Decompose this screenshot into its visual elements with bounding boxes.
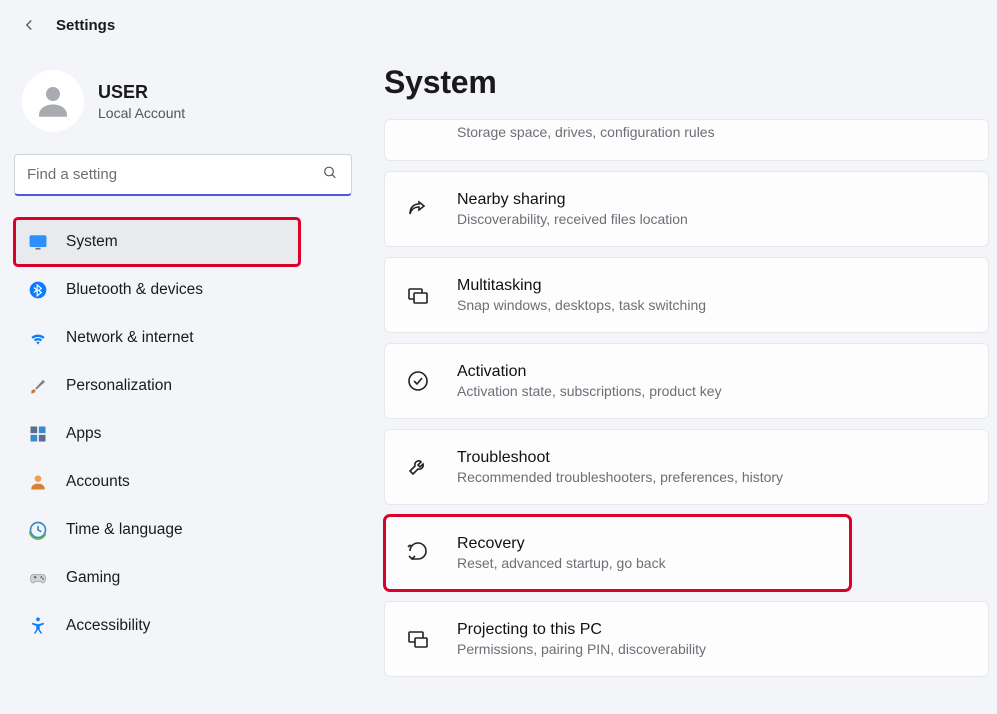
brush-icon <box>28 376 48 396</box>
gaming-icon <box>28 568 48 588</box>
recovery-icon <box>405 540 431 566</box>
card-projecting[interactable]: Projecting to this PC Permissions, pairi… <box>384 601 989 677</box>
card-desc: Activation state, subscriptions, product… <box>457 383 722 399</box>
card-desc: Discoverability, received files location <box>457 211 688 227</box>
sidebar-item-label: Personalization <box>66 377 172 395</box>
app-header: Settings <box>0 0 997 46</box>
sidebar-item-label: Accessibility <box>66 617 150 635</box>
sidebar-item-label: Accounts <box>66 473 130 491</box>
sidebar-item-accounts[interactable]: Accounts <box>14 458 360 506</box>
share-icon <box>405 196 431 222</box>
card-recovery[interactable]: Recovery Reset, advanced startup, go bac… <box>384 515 851 591</box>
card-desc: Permissions, pairing PIN, discoverabilit… <box>457 641 706 657</box>
search-icon <box>322 165 338 186</box>
sidebar-item-apps[interactable]: Apps <box>14 410 360 458</box>
sidebar-item-label: Bluetooth & devices <box>66 281 203 299</box>
search-wrap <box>14 154 352 196</box>
card-desc: Snap windows, desktops, task switching <box>457 297 706 313</box>
sidebar-item-label: Apps <box>66 425 101 443</box>
card-title: Recovery <box>457 535 666 553</box>
page-title: System <box>384 64 989 101</box>
card-troubleshoot[interactable]: Troubleshoot Recommended troubleshooters… <box>384 429 989 505</box>
card-title: Projecting to this PC <box>457 621 706 639</box>
card-title: Multitasking <box>457 277 706 295</box>
system-icon <box>28 232 48 252</box>
apps-icon <box>28 424 48 444</box>
sidebar-item-label: System <box>66 233 118 251</box>
wrench-icon <box>405 454 431 480</box>
card-desc: Storage space, drives, configuration rul… <box>457 124 715 140</box>
card-multitasking[interactable]: Multitasking Snap windows, desktops, tas… <box>384 257 989 333</box>
multitask-icon <box>405 282 431 308</box>
account-block[interactable]: USER Local Account <box>14 64 360 154</box>
settings-list: Storage space, drives, configuration rul… <box>384 119 989 677</box>
card-title: Troubleshoot <box>457 449 783 467</box>
card-storage[interactable]: Storage space, drives, configuration rul… <box>384 119 989 161</box>
card-desc: Reset, advanced startup, go back <box>457 555 666 571</box>
bluetooth-icon <box>28 280 48 300</box>
app-title: Settings <box>56 17 115 34</box>
sidebar-item-time[interactable]: Time & language <box>14 506 360 554</box>
sidebar-item-label: Network & internet <box>66 329 194 347</box>
back-icon[interactable] <box>20 16 38 34</box>
check-circle-icon <box>405 368 431 394</box>
sidebar-item-network[interactable]: Network & internet <box>14 314 360 362</box>
sidebar-item-accessibility[interactable]: Accessibility <box>14 602 360 650</box>
account-name: USER <box>98 82 185 103</box>
main-content: System Storage space, drives, configurat… <box>360 46 997 710</box>
clock-icon <box>28 520 48 540</box>
search-input[interactable] <box>14 154 352 196</box>
sidebar-item-gaming[interactable]: Gaming <box>14 554 360 602</box>
project-icon <box>405 626 431 652</box>
sidebar: USER Local Account System Bluetooth & <box>0 46 360 710</box>
accounts-icon <box>28 472 48 492</box>
avatar <box>22 70 84 132</box>
card-activation[interactable]: Activation Activation state, subscriptio… <box>384 343 989 419</box>
sidebar-item-personalization[interactable]: Personalization <box>14 362 360 410</box>
sidebar-item-bluetooth[interactable]: Bluetooth & devices <box>14 266 360 314</box>
sidebar-item-label: Time & language <box>66 521 183 539</box>
card-desc: Recommended troubleshooters, preferences… <box>457 469 783 485</box>
accessibility-icon <box>28 616 48 636</box>
storage-icon <box>405 122 431 148</box>
card-title: Activation <box>457 363 722 381</box>
sidebar-item-system[interactable]: System <box>14 218 300 266</box>
card-nearby-sharing[interactable]: Nearby sharing Discoverability, received… <box>384 171 989 247</box>
card-title: Nearby sharing <box>457 191 688 209</box>
account-type: Local Account <box>98 105 185 121</box>
sidebar-item-label: Gaming <box>66 569 120 587</box>
wifi-icon <box>28 328 48 348</box>
nav-list: System Bluetooth & devices Network & int… <box>14 218 360 650</box>
